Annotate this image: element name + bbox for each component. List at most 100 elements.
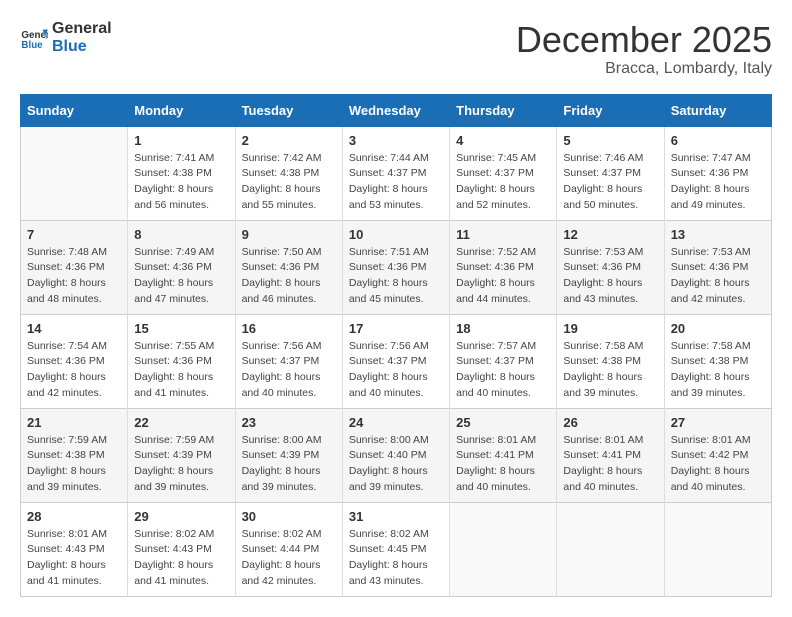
day-number: 31 [349,509,443,524]
day-number: 10 [349,227,443,242]
calendar-week-3: 14 Sunrise: 7:54 AM Sunset: 4:36 PM Dayli… [21,314,772,408]
day-number: 14 [27,321,121,336]
calendar-table: SundayMondayTuesdayWednesdayThursdayFrid… [20,94,772,597]
day-info: Sunrise: 7:50 AM Sunset: 4:36 PM Dayligh… [242,245,336,308]
title-section: December 2025 Bracca, Lombardy, Italy [516,20,772,78]
calendar-week-1: 1Sunrise: 7:41 AM Sunset: 4:38 PM Daylig… [21,126,772,220]
calendar-cell: 20Sunrise: 7:58 AM Sunset: 4:38 PM Dayli… [664,314,771,408]
header-tuesday: Tuesday [235,94,342,126]
day-info: Sunrise: 8:01 AM Sunset: 4:42 PM Dayligh… [671,433,765,496]
header-sunday: Sunday [21,94,128,126]
calendar-cell: 27Sunrise: 8:01 AM Sunset: 4:42 PM Dayli… [664,408,771,502]
day-number: 18 [456,321,550,336]
calendar-cell: 4Sunrise: 7:45 AM Sunset: 4:37 PM Daylig… [450,126,557,220]
day-number: 15 [134,321,228,336]
calendar-week-2: 7 Sunrise: 7:48 AM Sunset: 4:36 PM Daylig… [21,220,772,314]
day-number: 20 [671,321,765,336]
calendar-cell: 13 Sunrise: 7:53 AM Sunset: 4:36 PM Dayli… [664,220,771,314]
logo: General Blue General Blue [20,20,112,55]
day-number: 12 [563,227,657,242]
day-number: 6 [671,133,765,148]
day-number: 29 [134,509,228,524]
header-monday: Monday [128,94,235,126]
day-number: 7 [27,227,121,242]
calendar-cell: 6Sunrise: 7:47 AM Sunset: 4:36 PM Daylig… [664,126,771,220]
calendar-cell: 12 Sunrise: 7:53 AM Sunset: 4:36 PM Dayli… [557,220,664,314]
day-number: 2 [242,133,336,148]
header-wednesday: Wednesday [342,94,449,126]
month-title: December 2025 [516,20,772,60]
calendar-week-4: 21 Sunrise: 7:59 AM Sunset: 4:38 PM Dayli… [21,408,772,502]
day-info: Sunrise: 7:55 AM Sunset: 4:36 PM Dayligh… [134,339,228,402]
logo-blue-text: Blue [52,38,112,56]
day-info: Sunrise: 7:53 AM Sunset: 4:36 PM Dayligh… [563,245,657,308]
day-number: 9 [242,227,336,242]
day-info: Sunrise: 8:00 AM Sunset: 4:40 PM Dayligh… [349,433,443,496]
day-number: 13 [671,227,765,242]
header-friday: Friday [557,94,664,126]
day-info: Sunrise: 8:01 AM Sunset: 4:41 PM Dayligh… [563,433,657,496]
day-number: 16 [242,321,336,336]
day-info: Sunrise: 7:54 AM Sunset: 4:36 PM Dayligh… [27,339,121,402]
calendar-cell: 23Sunrise: 8:00 AM Sunset: 4:39 PM Dayli… [235,408,342,502]
day-info: Sunrise: 7:45 AM Sunset: 4:37 PM Dayligh… [456,151,550,214]
day-info: Sunrise: 8:02 AM Sunset: 4:45 PM Dayligh… [349,527,443,590]
calendar-cell: 21 Sunrise: 7:59 AM Sunset: 4:38 PM Dayli… [21,408,128,502]
day-info: Sunrise: 7:56 AM Sunset: 4:37 PM Dayligh… [242,339,336,402]
calendar-cell: 29 Sunrise: 8:02 AM Sunset: 4:43 PM Dayli… [128,502,235,596]
calendar-cell: 14 Sunrise: 7:54 AM Sunset: 4:36 PM Dayli… [21,314,128,408]
day-number: 23 [242,415,336,430]
day-info: Sunrise: 7:51 AM Sunset: 4:36 PM Dayligh… [349,245,443,308]
day-info: Sunrise: 7:41 AM Sunset: 4:38 PM Dayligh… [134,151,228,214]
day-info: Sunrise: 7:56 AM Sunset: 4:37 PM Dayligh… [349,339,443,402]
day-info: Sunrise: 8:02 AM Sunset: 4:43 PM Dayligh… [134,527,228,590]
day-number: 22 [134,415,228,430]
day-number: 8 [134,227,228,242]
calendar-cell: 15 Sunrise: 7:55 AM Sunset: 4:36 PM Dayli… [128,314,235,408]
calendar-header-row: SundayMondayTuesdayWednesdayThursdayFrid… [21,94,772,126]
calendar-cell: 25 Sunrise: 8:01 AM Sunset: 4:41 PM Dayli… [450,408,557,502]
calendar-cell: 2 Sunrise: 7:42 AM Sunset: 4:38 PM Daylig… [235,126,342,220]
calendar-cell: 16 Sunrise: 7:56 AM Sunset: 4:37 PM Dayli… [235,314,342,408]
day-info: Sunrise: 7:59 AM Sunset: 4:39 PM Dayligh… [134,433,228,496]
calendar-cell: 1Sunrise: 7:41 AM Sunset: 4:38 PM Daylig… [128,126,235,220]
day-number: 3 [349,133,443,148]
page-header: General Blue General Blue December 2025 … [20,20,772,78]
calendar-cell: 10 Sunrise: 7:51 AM Sunset: 4:36 PM Dayli… [342,220,449,314]
location-title: Bracca, Lombardy, Italy [516,60,772,78]
calendar-cell [557,502,664,596]
calendar-cell: 28Sunrise: 8:01 AM Sunset: 4:43 PM Dayli… [21,502,128,596]
day-info: Sunrise: 7:57 AM Sunset: 4:37 PM Dayligh… [456,339,550,402]
day-info: Sunrise: 7:46 AM Sunset: 4:37 PM Dayligh… [563,151,657,214]
day-number: 28 [27,509,121,524]
day-info: Sunrise: 7:48 AM Sunset: 4:36 PM Dayligh… [27,245,121,308]
calendar-cell: 3 Sunrise: 7:44 AM Sunset: 4:37 PM Daylig… [342,126,449,220]
day-info: Sunrise: 7:42 AM Sunset: 4:38 PM Dayligh… [242,151,336,214]
svg-text:Blue: Blue [21,39,43,50]
day-info: Sunrise: 7:44 AM Sunset: 4:37 PM Dayligh… [349,151,443,214]
calendar-cell: 26Sunrise: 8:01 AM Sunset: 4:41 PM Dayli… [557,408,664,502]
day-info: Sunrise: 7:59 AM Sunset: 4:38 PM Dayligh… [27,433,121,496]
calendar-cell: 19Sunrise: 7:58 AM Sunset: 4:38 PM Dayli… [557,314,664,408]
calendar-cell: 22 Sunrise: 7:59 AM Sunset: 4:39 PM Dayli… [128,408,235,502]
calendar-cell [21,126,128,220]
day-info: Sunrise: 7:49 AM Sunset: 4:36 PM Dayligh… [134,245,228,308]
day-number: 19 [563,321,657,336]
day-number: 17 [349,321,443,336]
calendar-week-5: 28Sunrise: 8:01 AM Sunset: 4:43 PM Dayli… [21,502,772,596]
day-number: 5 [563,133,657,148]
day-info: Sunrise: 8:01 AM Sunset: 4:41 PM Dayligh… [456,433,550,496]
header-saturday: Saturday [664,94,771,126]
calendar-cell: 24 Sunrise: 8:00 AM Sunset: 4:40 PM Dayli… [342,408,449,502]
calendar-cell: 30Sunrise: 8:02 AM Sunset: 4:44 PM Dayli… [235,502,342,596]
day-number: 25 [456,415,550,430]
logo-icon: General Blue [20,24,48,52]
calendar-cell: 18 Sunrise: 7:57 AM Sunset: 4:37 PM Dayli… [450,314,557,408]
day-info: Sunrise: 8:02 AM Sunset: 4:44 PM Dayligh… [242,527,336,590]
day-number: 21 [27,415,121,430]
calendar-cell: 9 Sunrise: 7:50 AM Sunset: 4:36 PM Daylig… [235,220,342,314]
day-info: Sunrise: 7:53 AM Sunset: 4:36 PM Dayligh… [671,245,765,308]
calendar-cell: 5 Sunrise: 7:46 AM Sunset: 4:37 PM Daylig… [557,126,664,220]
day-number: 24 [349,415,443,430]
day-number: 11 [456,227,550,242]
